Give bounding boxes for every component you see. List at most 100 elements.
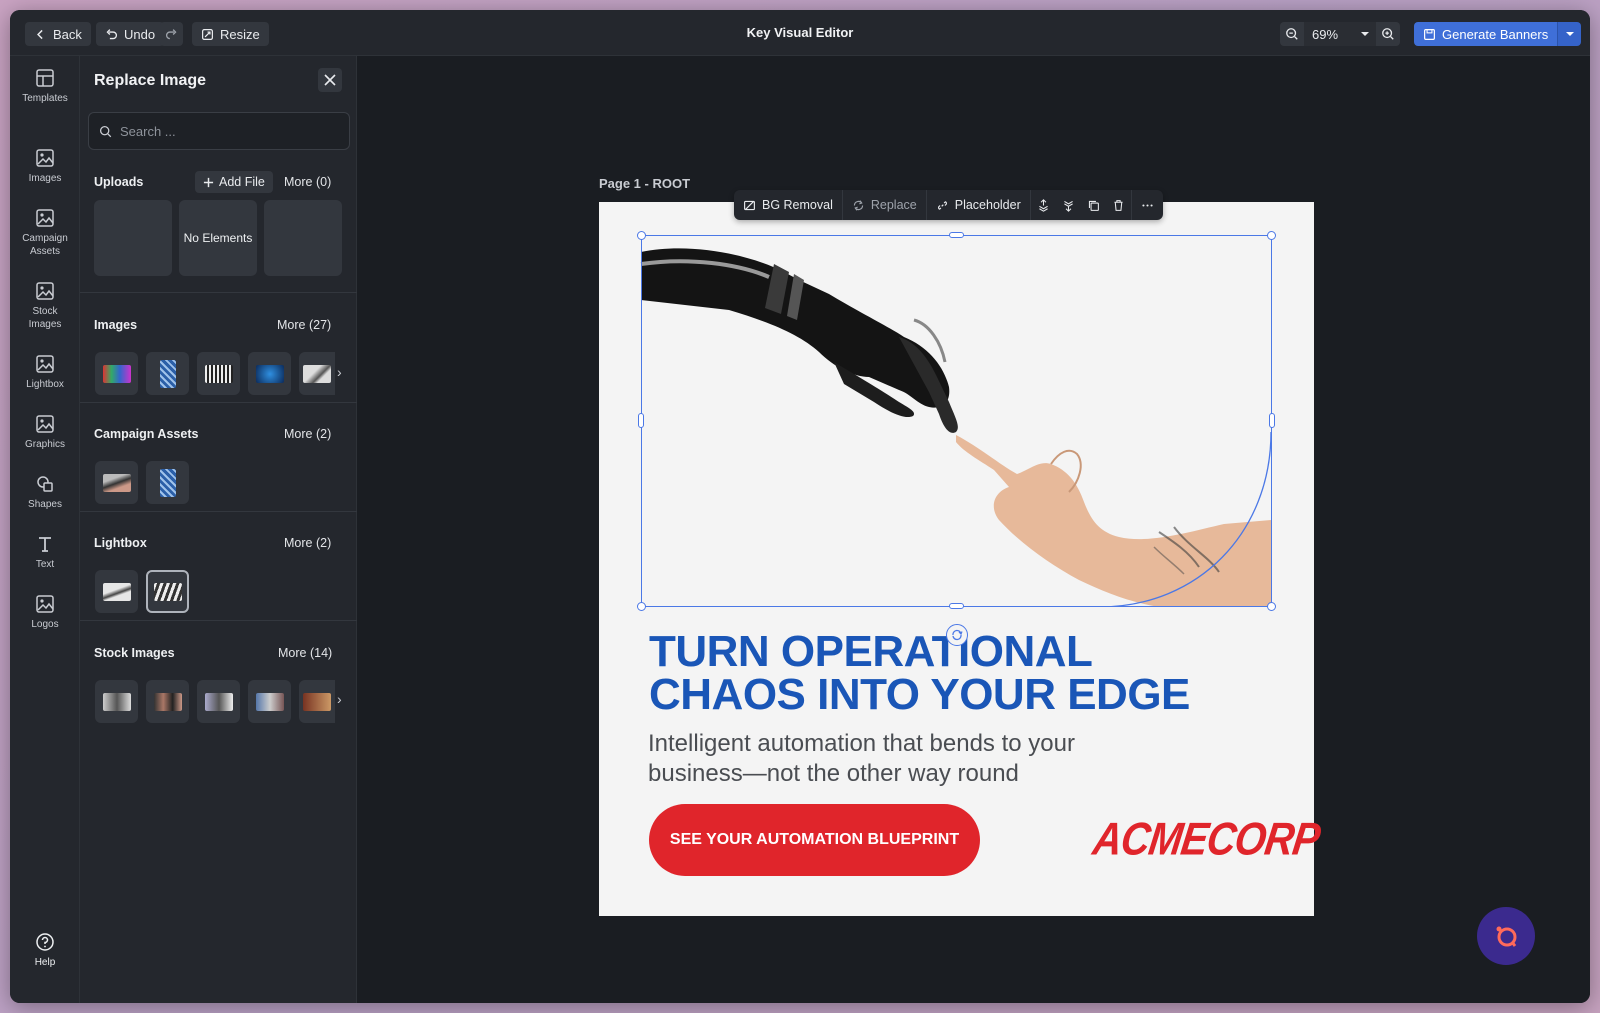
rail-item-templates[interactable]: Templates (10, 68, 80, 105)
shapes-icon (37, 476, 53, 492)
rail-item-text[interactable]: Text (10, 534, 80, 571)
close-panel-button[interactable] (318, 68, 342, 92)
stock-image-thumbnail[interactable] (248, 680, 291, 723)
stock-images-scroll-right-icon[interactable]: › (337, 691, 342, 707)
generate-banners-button[interactable]: Generate Banners (1414, 22, 1558, 46)
resize-handle-right[interactable] (1269, 413, 1275, 428)
link-icon (937, 200, 947, 210)
rail-item-logos[interactable]: Logos (10, 594, 80, 631)
stock-images-more-link[interactable]: More (14) (278, 646, 332, 660)
image-icon (36, 595, 54, 613)
zoom-in-button[interactable] (1376, 22, 1400, 46)
search-icon (99, 125, 112, 137)
zoom-select[interactable]: 69% (1304, 22, 1376, 46)
campaign-assets-more-link[interactable]: More (2) (284, 427, 331, 441)
image-thumbnail[interactable] (197, 352, 240, 395)
replace-label: Replace (870, 198, 917, 212)
bg-removal-label: BG Removal (762, 198, 833, 212)
replace-image-panel: Replace Image Search ... Uploads Add Fil… (80, 56, 357, 1003)
subheadline[interactable]: Intelligent automation that bends to you… (648, 729, 1075, 789)
image-icon (36, 209, 54, 227)
stock-image-thumbnail[interactable] (95, 680, 138, 723)
selection-box (641, 235, 1272, 607)
generate-options-button[interactable] (1557, 22, 1582, 46)
resize-handle-top[interactable] (949, 232, 964, 238)
resize-handle-bottom[interactable] (949, 603, 964, 609)
cta-button[interactable]: SEE YOUR AUTOMATION BLUEPRINT (649, 804, 980, 876)
templates-icon (36, 69, 54, 87)
subheadline-line-1: Intelligent automation that bends to you… (648, 730, 1075, 757)
resize-handle-top-left[interactable] (637, 231, 646, 240)
delete-button[interactable] (1106, 190, 1131, 220)
lightbox-thumbnail-selected[interactable] (146, 570, 189, 613)
send-backward-button[interactable] (1056, 190, 1081, 220)
chat-assistant-icon (1496, 926, 1517, 947)
zoom-out-button[interactable] (1280, 22, 1304, 46)
divider (80, 620, 357, 621)
add-file-label: Add File (219, 175, 265, 189)
send-backward-icon (1063, 200, 1073, 212)
zoom-in-icon (1382, 28, 1394, 40)
rail-label: Campaign Assets (22, 233, 68, 257)
caret-down-icon (1361, 32, 1369, 36)
uploads-heading: Uploads (94, 175, 144, 189)
resize-handle-bottom-right[interactable] (1267, 602, 1276, 611)
lightbox-more-link[interactable]: More (2) (284, 536, 331, 550)
image-thumbnail[interactable] (146, 352, 189, 395)
save-icon (1424, 28, 1435, 40)
rail-label: Images (28, 173, 62, 184)
caret-down-icon (1565, 32, 1574, 36)
brand-logo[interactable]: ACMECORP (1090, 814, 1322, 866)
rail-label: Help (34, 957, 56, 968)
more-options-button[interactable] (1130, 190, 1163, 220)
headline[interactable]: TURN OPERATIONAL CHAOS INTO YOUR EDGE (649, 630, 1190, 717)
image-icon (36, 415, 54, 433)
bring-forward-button[interactable] (1031, 190, 1056, 220)
lightbox-thumbnail[interactable] (95, 570, 138, 613)
upload-slot (264, 200, 342, 276)
search-placeholder: Search ... (120, 123, 176, 139)
image-icon (36, 282, 54, 300)
refresh-icon (853, 199, 863, 211)
campaign-asset-thumbnail[interactable] (95, 461, 138, 504)
images-more-link[interactable]: More (27) (277, 318, 331, 332)
search-input[interactable]: Search ... (88, 112, 350, 150)
rail-item-stock-images[interactable]: Stock Images (10, 281, 80, 331)
rail-item-help[interactable]: Help (10, 932, 80, 969)
rail-item-images[interactable]: Images (10, 148, 80, 185)
image-thumbnail[interactable] (299, 352, 335, 395)
divider (80, 511, 357, 512)
images-scroll-right-icon[interactable]: › (337, 364, 342, 380)
rail-item-graphics[interactable]: Graphics (10, 414, 80, 451)
rotate-handle[interactable] (946, 624, 968, 646)
add-file-button[interactable]: Add File (195, 171, 273, 193)
stock-image-thumbnail[interactable] (299, 680, 335, 723)
duplicate-button[interactable] (1081, 190, 1106, 220)
bg-removal-button[interactable]: BG Removal (734, 190, 843, 220)
rail-item-lightbox[interactable]: Lightbox (10, 354, 80, 391)
image-thumbnail[interactable] (248, 352, 291, 395)
image-thumbnail[interactable] (95, 352, 138, 395)
zoom-control: 69% (1280, 22, 1400, 46)
stock-image-thumbnail[interactable] (146, 680, 189, 723)
resize-handle-top-right[interactable] (1267, 231, 1276, 240)
resize-handle-left[interactable] (638, 413, 644, 428)
uploads-more-link[interactable]: More (0) (284, 175, 331, 189)
resize-handle-bottom-left[interactable] (637, 602, 646, 611)
rail-item-shapes[interactable]: Shapes (10, 474, 80, 511)
placeholder-button[interactable]: Placeholder (927, 190, 1031, 220)
zoom-value: 69% (1312, 26, 1339, 42)
zoom-out-icon (1286, 28, 1298, 40)
replace-button[interactable]: Replace (843, 190, 927, 220)
campaign-asset-thumbnail[interactable] (146, 461, 189, 504)
rail-label: Logos (31, 619, 59, 630)
close-icon (324, 74, 336, 86)
subheadline-line-2: business—not the other way round (648, 760, 1019, 787)
bring-forward-icon (1038, 198, 1048, 212)
stock-image-thumbnail[interactable] (197, 680, 240, 723)
rail-label: Stock Images (28, 306, 62, 330)
canvas-area[interactable]: Page 1 - ROOT TURN OPERATIONAL CHAOS INT… (357, 56, 1590, 1003)
assistant-button[interactable] (1477, 907, 1535, 965)
image-icon (36, 149, 54, 167)
rail-item-campaign-assets[interactable]: Campaign Assets (10, 208, 80, 258)
